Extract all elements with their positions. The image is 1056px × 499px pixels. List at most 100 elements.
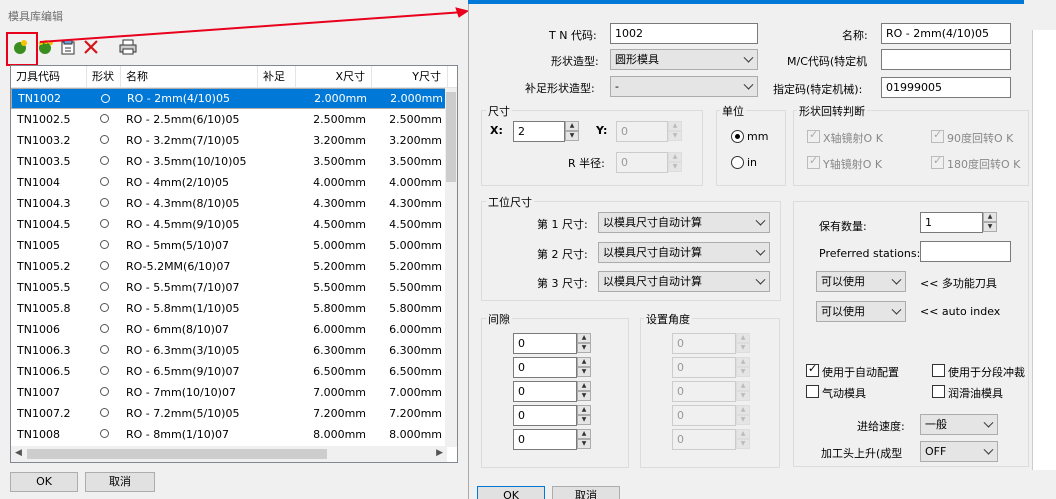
cell-name: RO - 4mm(2/10)05 — [126, 176, 229, 189]
col-name[interactable]: 名称 — [121, 66, 258, 88]
table-row[interactable]: TN1008 RO - 8mm(1/10)07 8.000mm 8.000mm — [11, 424, 447, 445]
angle-input[interactable]: 0 — [672, 357, 736, 378]
table-row[interactable]: TN1005.8 RO - 5.8mm(1/10)05 5.800mm 5.800mm — [11, 298, 447, 319]
angle-spinner[interactable]: ▲ ▼ — [736, 405, 750, 426]
h-scroll-thumb[interactable] — [27, 449, 327, 459]
cell-name: RO - 5mm(5/10)07 — [126, 239, 229, 252]
pref-stations-input[interactable] — [920, 241, 1011, 262]
feed-speed-select[interactable]: 一般 — [920, 414, 998, 435]
dialog-ok-button[interactable]: OK — [477, 486, 545, 499]
col-x[interactable]: X尺寸 — [296, 66, 372, 88]
clearance-spinner[interactable]: ▲ ▼ — [577, 381, 591, 402]
segment-punch-checkbox[interactable] — [932, 364, 945, 377]
table-row[interactable]: TN1005.5 RO - 5.5mm(7/10)07 5.500mm 5.500mm — [11, 277, 447, 298]
table-row[interactable]: TN1006 RO - 6mm(8/10)07 6.000mm 6.000mm — [11, 319, 447, 340]
y-size-input[interactable]: 0 — [616, 121, 668, 142]
shape-select[interactable]: 圆形模具 — [610, 49, 758, 70]
qty-input[interactable]: 1 — [920, 212, 983, 233]
table-row[interactable]: TN1007 RO - 7mm(10/10)07 7.000mm 7.000mm — [11, 382, 447, 403]
station1-select[interactable]: 以模具尺寸自动计算 — [598, 212, 770, 233]
multi-tool-select[interactable]: 可以使用 — [816, 271, 906, 292]
ok-button[interactable]: OK — [10, 472, 78, 492]
clearance-input[interactable]: 0 — [513, 405, 577, 426]
table-row[interactable]: TN1004.5 RO - 4.5mm(9/10)05 4.500mm 4.500mm — [11, 214, 447, 235]
lubrication-checkbox[interactable] — [932, 385, 945, 398]
cell-name: RO - 6.5mm(9/10)07 — [126, 365, 240, 378]
table-row[interactable]: TN1005 RO - 5mm(5/10)07 5.000mm 5.000mm — [11, 235, 447, 256]
station3-select[interactable]: 以模具尺寸自动计算 — [598, 271, 770, 292]
cell-y: 6.000mm — [389, 323, 442, 336]
x-spinner[interactable]: ▲ ▼ — [565, 121, 579, 142]
angle-spinner[interactable]: ▲ ▼ — [736, 381, 750, 402]
scroll-right-icon[interactable]: ▶ — [436, 448, 443, 458]
clearance-spinner[interactable]: ▲ ▼ — [577, 405, 591, 426]
clearance-input[interactable]: 0 — [513, 429, 577, 450]
rot90-checkbox[interactable] — [931, 128, 944, 143]
name-input[interactable]: RO - 2mm(4/10)05 — [881, 23, 1011, 44]
table-row[interactable]: TN1002 RO - 2mm(4/10)05 2.000mm 2.000mm — [11, 88, 447, 109]
cell-code: TN1006.5 — [17, 365, 71, 378]
table-row[interactable]: TN1005.2 RO-5.2MM(6/10)07 5.200mm 5.200mm — [11, 256, 447, 277]
r-input[interactable]: 0 — [616, 152, 668, 173]
col-code[interactable]: 刀具代码 — [11, 66, 87, 88]
table-row[interactable]: TN1006.5 RO - 6.5mm(9/10)07 6.500mm 6.500mm — [11, 361, 447, 382]
cell-x: 2.500mm — [313, 113, 366, 126]
cell-x: 4.300mm — [313, 197, 366, 210]
unit-mm-label: mm — [747, 130, 769, 143]
col-comp[interactable]: 补足 — [258, 66, 296, 88]
cancel-button[interactable]: 取消 — [85, 472, 155, 492]
angle-spinner[interactable]: ▲ ▼ — [736, 429, 750, 450]
col-y[interactable]: Y尺寸 — [372, 66, 448, 88]
y-spinner[interactable]: ▲ ▼ — [668, 121, 682, 142]
shape-select-value: 圆形模具 — [615, 53, 659, 66]
col-shape[interactable]: 形状 — [87, 66, 121, 88]
horizontal-scrollbar[interactable]: ◀ ▶ — [11, 446, 447, 462]
tn-code-input[interactable]: 1002 — [610, 23, 758, 44]
angle-spinner[interactable]: ▲ ▼ — [736, 357, 750, 378]
head-raise-select[interactable]: OFF — [920, 441, 998, 462]
qty-spinner[interactable]: ▲ ▼ — [983, 212, 997, 233]
pneumatic-checkbox[interactable] — [806, 385, 819, 398]
clearance-input[interactable]: 0 — [513, 357, 577, 378]
table-row[interactable]: TN1002.5 RO - 2.5mm(6/10)05 2.500mm 2.500mm — [11, 109, 447, 130]
cell-y: 5.200mm — [389, 260, 442, 273]
y-mirror-checkbox[interactable] — [807, 154, 820, 169]
r-spinner[interactable]: ▲ ▼ — [668, 152, 682, 173]
scroll-thumb[interactable] — [446, 92, 456, 182]
table-row[interactable]: TN1004.3 RO - 4.3mm(8/10)05 4.300mm 4.300mm — [11, 193, 447, 214]
unit-in-radio[interactable] — [731, 156, 744, 169]
x-size-input[interactable]: 2 — [513, 121, 565, 142]
clearance-spinner[interactable]: ▲ ▼ — [577, 429, 591, 450]
cell-name: RO - 3.5mm(10/10)05 — [126, 155, 247, 168]
unit-mm-radio[interactable] — [731, 130, 744, 143]
angle-input[interactable]: 0 — [672, 429, 736, 450]
spec-code-input[interactable]: 01999005 — [881, 77, 1011, 98]
comp-shape-select[interactable]: - — [610, 76, 758, 97]
clearance-input[interactable]: 0 — [513, 381, 577, 402]
circle-shape-icon — [100, 429, 109, 438]
clearance-spinner[interactable]: ▲ ▼ — [577, 357, 591, 378]
station1-value: 以模具尺寸自动计算 — [603, 216, 702, 229]
mc-code-input[interactable] — [881, 49, 1011, 70]
angle-spinner[interactable]: ▲ ▼ — [736, 333, 750, 354]
angle-input[interactable]: 0 — [672, 381, 736, 402]
table-row[interactable]: TN1003.2 RO - 3.2mm(7/10)05 3.200mm 3.200mm — [11, 130, 447, 151]
dialog-cancel-button[interactable]: 取消 — [552, 486, 620, 499]
x-mirror-checkbox[interactable] — [807, 128, 820, 143]
vertical-scrollbar[interactable] — [445, 88, 457, 447]
station2-select[interactable]: 以模具尺寸自动计算 — [598, 242, 770, 263]
auto-config-checkbox[interactable] — [806, 362, 819, 377]
table-row[interactable]: TN1006.3 RO - 6.3mm(3/10)05 6.300mm 6.300mm — [11, 340, 447, 361]
table-row[interactable]: TN1007.2 RO - 7.2mm(5/10)05 7.200mm 7.200mm — [11, 403, 447, 424]
scroll-left-icon[interactable]: ◀ — [15, 448, 22, 458]
tool-list-table[interactable]: 刀具代码 形状 名称 补足 X尺寸 Y尺寸 TN1002 RO - 2mm(4/1… — [10, 65, 458, 463]
rot180-checkbox[interactable] — [931, 154, 944, 169]
table-row[interactable]: TN1003.5 RO - 3.5mm(10/10)05 3.500mm 3.500m… — [11, 151, 447, 172]
clearance-spinner[interactable]: ▲ ▼ — [577, 333, 591, 354]
angle-input[interactable]: 0 — [672, 333, 736, 354]
angle-input[interactable]: 0 — [672, 405, 736, 426]
clearance-input[interactable]: 0 — [513, 333, 577, 354]
auto-index-select[interactable]: 可以使用 — [816, 301, 906, 322]
circle-shape-icon — [100, 219, 109, 228]
table-row[interactable]: TN1004 RO - 4mm(2/10)05 4.000mm 4.000mm — [11, 172, 447, 193]
